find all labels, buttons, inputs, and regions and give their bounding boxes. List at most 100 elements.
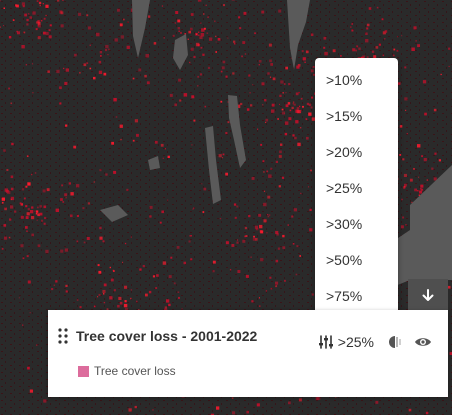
loss-pixel — [207, 16, 209, 18]
loss-pixel — [37, 24, 41, 28]
loss-pixel — [161, 210, 164, 214]
loss-pixel — [38, 1, 42, 5]
loss-pixel — [62, 0, 64, 1]
loss-pixel — [99, 51, 103, 54]
loss-pixel — [132, 77, 135, 80]
loss-pixel — [310, 33, 314, 36]
loss-pixel — [86, 14, 89, 17]
loss-pixel — [366, 27, 369, 30]
threshold-selector[interactable]: >25% — [318, 334, 374, 350]
loss-pixel — [244, 53, 247, 55]
loss-pixel — [279, 150, 282, 154]
loss-pixel — [188, 240, 191, 243]
loss-pixel — [36, 21, 39, 24]
loss-pixel — [59, 86, 62, 90]
loss-pixel — [269, 276, 272, 279]
loss-pixel — [59, 102, 62, 105]
loss-pixel — [214, 20, 216, 23]
loss-pixel — [130, 236, 132, 238]
loss-pixel — [89, 44, 91, 46]
loss-pixel — [173, 282, 176, 285]
loss-pixel — [285, 66, 288, 70]
loss-pixel — [250, 256, 252, 258]
loss-pixel — [265, 118, 269, 122]
loss-pixel — [265, 121, 267, 123]
loss-pixel — [64, 193, 68, 197]
loss-pixel — [180, 31, 182, 34]
loss-pixel — [244, 226, 248, 230]
loss-pixel — [282, 92, 284, 94]
loss-pixel — [281, 108, 284, 111]
loss-pixel — [124, 300, 127, 303]
loss-pixel — [398, 82, 401, 85]
loss-pixel — [65, 124, 68, 127]
loss-pixel — [225, 75, 228, 78]
loss-pixel — [48, 29, 51, 32]
loss-pixel — [64, 248, 69, 252]
loss-pixel — [127, 21, 129, 23]
loss-pixel — [310, 106, 313, 109]
loss-pixel — [183, 261, 186, 265]
loss-pixel — [408, 408, 412, 412]
loss-pixel — [202, 53, 205, 56]
loss-pixel — [102, 240, 105, 243]
loss-pixel — [417, 144, 421, 148]
loss-pixel — [99, 226, 102, 230]
loss-pixel — [47, 70, 50, 73]
loss-pixel — [11, 142, 14, 146]
loss-pixel — [65, 197, 67, 199]
loss-pixel — [177, 291, 180, 293]
loss-pixel — [102, 289, 106, 293]
threshold-value: >25% — [337, 334, 374, 350]
collapse-legend-button[interactable] — [408, 279, 448, 311]
threshold-option[interactable]: >50% — [326, 251, 362, 269]
loss-pixel — [431, 167, 434, 170]
threshold-option[interactable]: >20% — [326, 143, 362, 161]
loss-pixel — [384, 38, 386, 40]
loss-pixel — [215, 35, 217, 38]
loss-pixel — [292, 243, 295, 245]
loss-pixel — [216, 406, 220, 410]
threshold-option[interactable]: >30% — [326, 215, 362, 233]
loss-pixel — [35, 213, 38, 215]
loss-pixel — [197, 0, 202, 2]
loss-pixel — [198, 31, 200, 33]
loss-pixel — [134, 119, 138, 123]
loss-pixel — [270, 63, 273, 66]
loss-pixel — [22, 5, 25, 8]
loss-pixel — [200, 46, 203, 49]
threshold-option[interactable]: >75% — [326, 287, 362, 305]
loss-pixel — [183, 93, 188, 97]
loss-pixel — [36, 219, 38, 221]
loss-pixel — [163, 37, 165, 39]
loss-pixel — [178, 78, 181, 82]
eye-icon[interactable] — [414, 335, 432, 349]
loss-pixel — [311, 96, 314, 99]
loss-pixel — [288, 83, 291, 86]
loss-pixel — [114, 38, 118, 42]
loss-pixel — [368, 7, 372, 10]
opacity-icon[interactable] — [388, 335, 402, 349]
loss-pixel — [37, 213, 40, 217]
loss-pixel — [123, 18, 125, 21]
loss-pixel — [60, 24, 64, 28]
threshold-option[interactable]: >10% — [326, 71, 362, 89]
loss-pixel — [287, 102, 291, 105]
loss-pixel — [232, 72, 235, 75]
loss-pixel — [298, 105, 301, 107]
loss-pixel — [298, 398, 302, 402]
threshold-option[interactable]: >25% — [326, 179, 362, 197]
threshold-option[interactable]: >15% — [326, 107, 362, 125]
legend: Tree cover loss — [78, 364, 176, 378]
loss-pixel — [0, 26, 1, 28]
loss-pixel — [255, 227, 259, 231]
loss-pixel — [148, 290, 152, 294]
loss-pixel — [60, 198, 63, 201]
loss-pixel — [311, 293, 314, 296]
loss-pixel — [295, 120, 299, 124]
loss-pixel — [239, 27, 242, 30]
drag-handle-icon[interactable] — [58, 328, 68, 344]
loss-pixel — [269, 59, 272, 63]
loss-pixel — [268, 214, 271, 216]
loss-pixel — [29, 312, 31, 314]
